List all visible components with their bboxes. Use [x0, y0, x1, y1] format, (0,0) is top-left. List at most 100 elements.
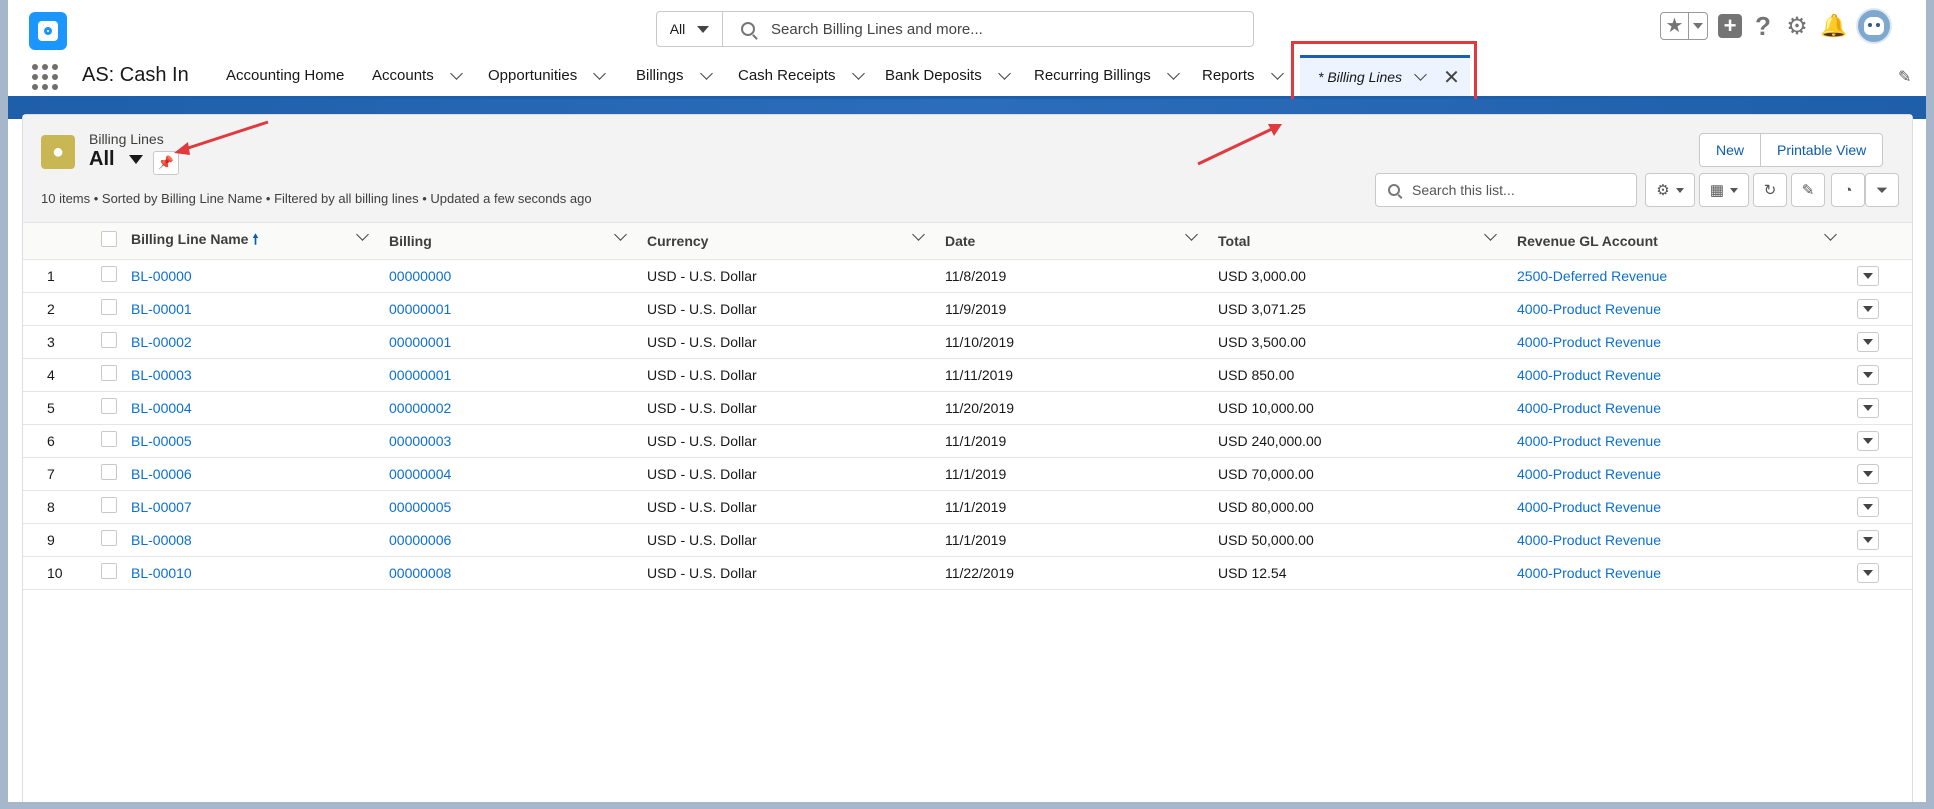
nav-item-recurring-billings[interactable]: Recurring Billings [1034, 55, 1180, 96]
column-menu-chevron-icon[interactable] [1185, 228, 1198, 241]
billing-link[interactable]: 00000003 [389, 433, 451, 449]
column-header-total[interactable]: Total [1210, 223, 1509, 260]
billing-line-link[interactable]: BL-00006 [131, 466, 192, 482]
gl-account-link[interactable]: 4000-Product Revenue [1517, 433, 1661, 449]
row-action-menu-button[interactable] [1857, 562, 1879, 583]
global-actions-icon[interactable]: + [1718, 14, 1742, 38]
billing-link[interactable]: 00000002 [389, 400, 451, 416]
column-menu-chevron-icon[interactable] [614, 228, 627, 241]
charts-button[interactable]: ◔ [1831, 173, 1865, 207]
table-row[interactable]: 5 BL-00004 00000002 USD - U.S. Dollar 11/20/… [23, 391, 1912, 425]
column-menu-chevron-icon[interactable] [912, 228, 925, 241]
table-row[interactable]: 7 BL-00006 00000004 USD - U.S. Dollar 11/1/2… [23, 457, 1912, 491]
display-as-button[interactable]: ▦ [1699, 173, 1749, 207]
search-scope-dropdown[interactable]: All [657, 12, 723, 46]
row-action-menu-button[interactable] [1857, 496, 1879, 517]
favorites-menu-caret[interactable] [1689, 23, 1707, 29]
row-action-menu-button[interactable] [1857, 397, 1879, 418]
row-action-menu-button[interactable] [1857, 463, 1879, 484]
row-action-menu-button[interactable] [1857, 265, 1879, 286]
row-action-menu-button[interactable] [1857, 430, 1879, 451]
gl-account-link[interactable]: 4000-Product Revenue [1517, 532, 1661, 548]
table-row[interactable]: 9 BL-00008 00000006 USD - U.S. Dollar 11/1/2… [23, 523, 1912, 557]
row-action-menu-button[interactable] [1857, 298, 1879, 319]
list-view-selector[interactable]: All [89, 148, 143, 171]
row-action-menu-button[interactable] [1857, 529, 1879, 550]
row-checkbox[interactable] [101, 464, 117, 480]
nav-item-accounts[interactable]: Accounts [372, 55, 463, 96]
table-row[interactable]: 1 BL-00000 00000000 USD - U.S. Dollar 11/8/2… [23, 259, 1912, 293]
table-row[interactable]: 6 BL-00005 00000003 USD - U.S. Dollar 11/1/2… [23, 424, 1912, 458]
row-action-menu-button[interactable] [1857, 364, 1879, 385]
global-search-input[interactable]: Search Billing Lines and more... [723, 12, 1253, 46]
column-header-billing[interactable]: Billing [381, 223, 639, 260]
column-menu-chevron-icon[interactable] [1484, 228, 1497, 241]
new-button[interactable]: New [1700, 134, 1760, 166]
chevron-down-icon[interactable] [1166, 66, 1180, 80]
user-avatar[interactable] [1856, 8, 1892, 44]
help-icon[interactable]: ? [1752, 11, 1774, 42]
row-checkbox[interactable] [101, 299, 117, 315]
nav-item-reports[interactable]: Reports [1202, 55, 1284, 96]
table-row[interactable]: 4 BL-00003 00000001 USD - U.S. Dollar 11/11/… [23, 358, 1912, 392]
billing-link[interactable]: 00000001 [389, 301, 451, 317]
list-search-input[interactable]: Search this list... [1375, 173, 1637, 207]
billing-line-link[interactable]: BL-00001 [131, 301, 192, 317]
row-action-menu-button[interactable] [1857, 331, 1879, 352]
gl-account-link[interactable]: 4000-Product Revenue [1517, 466, 1661, 482]
row-checkbox[interactable] [101, 266, 117, 282]
column-header-currency[interactable]: Currency [639, 223, 937, 260]
column-menu-chevron-icon[interactable] [356, 228, 369, 241]
gl-account-link[interactable]: 4000-Product Revenue [1517, 400, 1661, 416]
column-header-revenue-gl-account[interactable]: Revenue GL Account [1509, 223, 1849, 260]
billing-line-link[interactable]: BL-00002 [131, 334, 192, 350]
list-settings-button[interactable]: ⚙ [1645, 173, 1695, 207]
gl-account-link[interactable]: 4000-Product Revenue [1517, 334, 1661, 350]
billing-link[interactable]: 00000001 [389, 367, 451, 383]
billing-line-link[interactable]: BL-00003 [131, 367, 192, 383]
app-logo[interactable] [29, 12, 67, 50]
billing-link[interactable]: 00000004 [389, 466, 451, 482]
column-header-date[interactable]: Date [937, 223, 1210, 260]
gl-account-link[interactable]: 4000-Product Revenue [1517, 301, 1661, 317]
chevron-down-icon[interactable] [699, 66, 713, 80]
nav-item-cash-receipts[interactable]: Cash Receipts [738, 55, 865, 96]
row-checkbox[interactable] [101, 497, 117, 513]
notifications-bell-icon[interactable]: 🔔 [1820, 13, 1847, 39]
select-all-checkbox[interactable] [101, 231, 117, 248]
billing-line-link[interactable]: BL-00008 [131, 532, 192, 548]
billing-line-link[interactable]: BL-00000 [131, 268, 192, 284]
billing-link[interactable]: 00000006 [389, 532, 451, 548]
app-launcher-icon[interactable] [32, 64, 58, 90]
billing-link[interactable]: 00000001 [389, 334, 451, 350]
nav-item-billings[interactable]: Billings [636, 55, 713, 96]
table-row[interactable]: 3 BL-00002 00000001 USD - U.S. Dollar 11/10/… [23, 325, 1912, 359]
chevron-down-icon[interactable] [1270, 66, 1284, 80]
chevron-down-icon[interactable] [449, 66, 463, 80]
printable-view-button[interactable]: Printable View [1760, 134, 1882, 166]
gl-account-link[interactable]: 4000-Product Revenue [1517, 565, 1661, 581]
edit-nav-pencil-icon[interactable]: ✎ [1898, 67, 1911, 87]
billing-line-link[interactable]: BL-00004 [131, 400, 192, 416]
row-checkbox[interactable] [101, 365, 117, 381]
billing-link[interactable]: 00000005 [389, 499, 451, 515]
table-row[interactable]: 10 BL-00010 00000008 USD - U.S. Dollar 11/22… [23, 556, 1912, 590]
column-menu-chevron-icon[interactable] [1824, 228, 1837, 241]
column-header-billing-line-name[interactable]: Billing Line Name 🠕 [123, 223, 381, 260]
table-row[interactable]: 2 BL-00001 00000001 USD - U.S. Dollar 11/9/2… [23, 292, 1912, 326]
nav-item-accounting-home[interactable]: Accounting Home [226, 55, 344, 96]
row-checkbox[interactable] [101, 332, 117, 348]
row-checkbox[interactable] [101, 431, 117, 447]
pin-list-view-button[interactable]: 📌 [153, 151, 179, 175]
row-checkbox[interactable] [101, 563, 117, 579]
favorites-button[interactable]: ★ [1660, 12, 1708, 40]
edit-list-button[interactable]: ✎ [1791, 173, 1825, 207]
table-row[interactable]: 8 BL-00007 00000005 USD - U.S. Dollar 11/1/2… [23, 490, 1912, 524]
chevron-down-icon[interactable] [851, 66, 865, 80]
billing-link[interactable]: 00000008 [389, 565, 451, 581]
setup-gear-icon[interactable]: ⚙ [1784, 12, 1810, 41]
gl-account-link[interactable]: 4000-Product Revenue [1517, 499, 1661, 515]
billing-link[interactable]: 00000000 [389, 268, 451, 284]
chevron-down-icon[interactable] [593, 66, 607, 80]
billing-line-link[interactable]: BL-00010 [131, 565, 192, 581]
